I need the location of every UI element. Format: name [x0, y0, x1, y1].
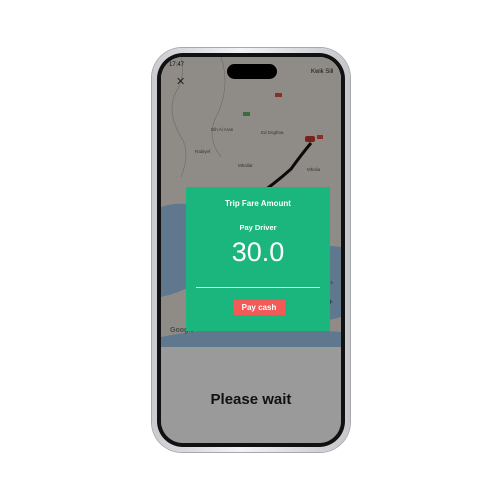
dynamic-island — [227, 64, 277, 79]
please-wait-text: Please wait — [210, 391, 292, 408]
divider — [196, 287, 320, 288]
screen: Dih Al Aran Ed Doghna Rabiyef Mhalia Mha… — [161, 57, 341, 443]
dialog-title: Trip Fare Amount — [225, 199, 291, 208]
phone-bezel: Dih Al Aran Ed Doghna Rabiyef Mhalia Mha… — [157, 53, 345, 447]
status-carrier: Kwik Sill — [311, 69, 334, 75]
phone-frame: Dih Al Aran Ed Doghna Rabiyef Mhalia Mha… — [152, 48, 350, 452]
fare-dialog: Trip Fare Amount Pay Driver 30.0 Pay cas… — [186, 187, 330, 331]
pay-cash-button[interactable]: Pay cash — [233, 300, 285, 315]
fare-amount: 30.0 — [231, 237, 285, 267]
dialog-subtitle: Pay Driver — [239, 223, 277, 232]
close-icon[interactable]: ✕ — [176, 75, 185, 88]
status-time: 17:47 — [169, 62, 185, 68]
